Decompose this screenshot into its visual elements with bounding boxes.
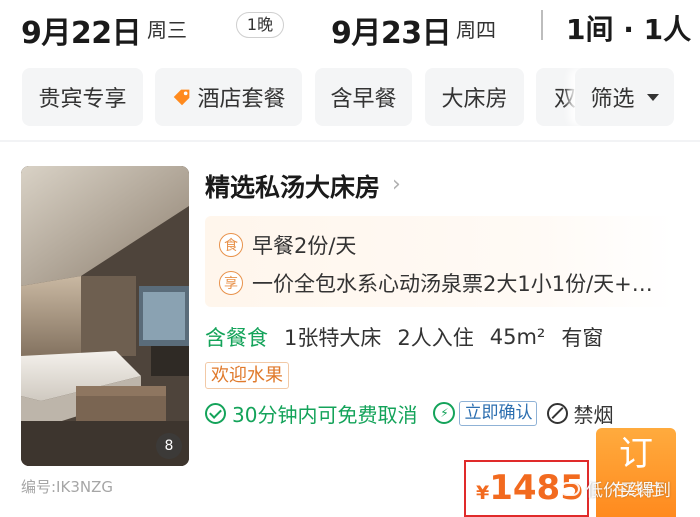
check-circle-icon [205, 402, 226, 424]
filter-label: 筛选 [590, 87, 635, 112]
perk-package: 享 一价全包水系心动汤泉票2大1小1份/天+… [219, 268, 653, 298]
window-info: 有窗 [561, 326, 604, 350]
room-specs: 含餐食 1张特大床 2人入住 45m² 有窗 [205, 322, 603, 352]
lightning-icon: ⚡ [433, 402, 456, 424]
checkin-weekday: 周三 [147, 18, 187, 42]
no-smoking-label: 禁烟 [573, 402, 614, 427]
chip-vip[interactable]: 贵宾专享 [22, 68, 143, 126]
rooms-guests-selector[interactable]: 1间 · 1人 [566, 8, 691, 48]
food-icon: 食 [219, 233, 243, 257]
welcome-fruit-tag: 欢迎水果 [205, 362, 289, 389]
wechat-icon [560, 481, 580, 496]
perk-breakfast: 食 早餐2份/天 [219, 230, 356, 260]
checkout-date[interactable]: 9月23日 [331, 8, 452, 52]
instant-confirm-label: 立即确认 [459, 400, 538, 426]
cancel-policy-text: 30分钟内可免费取消 [232, 402, 418, 427]
filter-button[interactable]: 筛选 [575, 68, 674, 126]
chip-breakfast[interactable]: 含早餐 [315, 68, 412, 126]
tag-icon [174, 89, 190, 106]
instant-confirm: ⚡ 立即确认 [433, 400, 538, 426]
no-smoking: 禁烟 [547, 399, 613, 428]
chip-label: 含早餐 [330, 87, 397, 112]
currency-symbol: ¥ [476, 482, 490, 504]
perk-text: 一价全包水系心动汤泉票2大1小1份/天+… [252, 272, 653, 296]
header-divider [541, 10, 543, 40]
meal-label: 含餐食 [205, 326, 268, 350]
room-photo[interactable]: 8 [21, 166, 189, 466]
checkout-weekday: 周四 [456, 18, 496, 42]
free-cancel: 30分钟内可免费取消 [205, 399, 417, 428]
book-label: 订 [619, 434, 653, 474]
room-title[interactable]: 精选私汤大床房 [205, 168, 380, 204]
enjoy-icon: 享 [219, 271, 243, 295]
chip-label: 贵宾专享 [38, 87, 127, 112]
checkin-date[interactable]: 9月22日 [21, 8, 142, 52]
date-bar[interactable]: 9月22日 周三 1晚 9月23日 周四 1间 · 1人 [0, 0, 700, 55]
room-photo-image [21, 166, 189, 466]
filter-bar: 贵宾专享 酒店套餐 含早餐 大床房 双 筛选 [0, 55, 700, 140]
chevron-right-icon[interactable]: › [392, 172, 401, 197]
watermark-text: 低价买得到 [586, 481, 671, 501]
occupancy-info: 2人入住 [397, 326, 474, 350]
photo-count-badge: 8 [156, 433, 182, 459]
chip-label: 大床房 [441, 87, 508, 112]
policy-row: 30分钟内可免费取消 ⚡ 立即确认 禁烟 [205, 398, 613, 428]
book-button[interactable]: 订 在线付 [596, 428, 676, 517]
room-card[interactable]: 8 编号:IK3NZG 精选私汤大床房 › 食 早餐2份/天 享 一价全包水系心… [0, 142, 700, 517]
no-smoking-icon [547, 402, 569, 424]
watermark: 低价买得到 [560, 476, 671, 501]
caret-down-icon [646, 93, 659, 101]
area-info: 45m² [489, 325, 546, 349]
bed-info: 1张特大床 [284, 326, 382, 350]
perk-text: 早餐2份/天 [252, 234, 357, 258]
chip-label: 双 [554, 87, 577, 112]
chip-hotel-package[interactable]: 酒店套餐 [155, 68, 302, 126]
chip-label: 酒店套餐 [197, 87, 286, 112]
perks-panel: 食 早餐2份/天 享 一价全包水系心动汤泉票2大1小1份/天+… [205, 216, 675, 307]
room-code: 编号:IK3NZG [21, 478, 113, 496]
chip-king-bed[interactable]: 大床房 [425, 68, 524, 126]
nights-badge: 1晚 [236, 12, 284, 38]
